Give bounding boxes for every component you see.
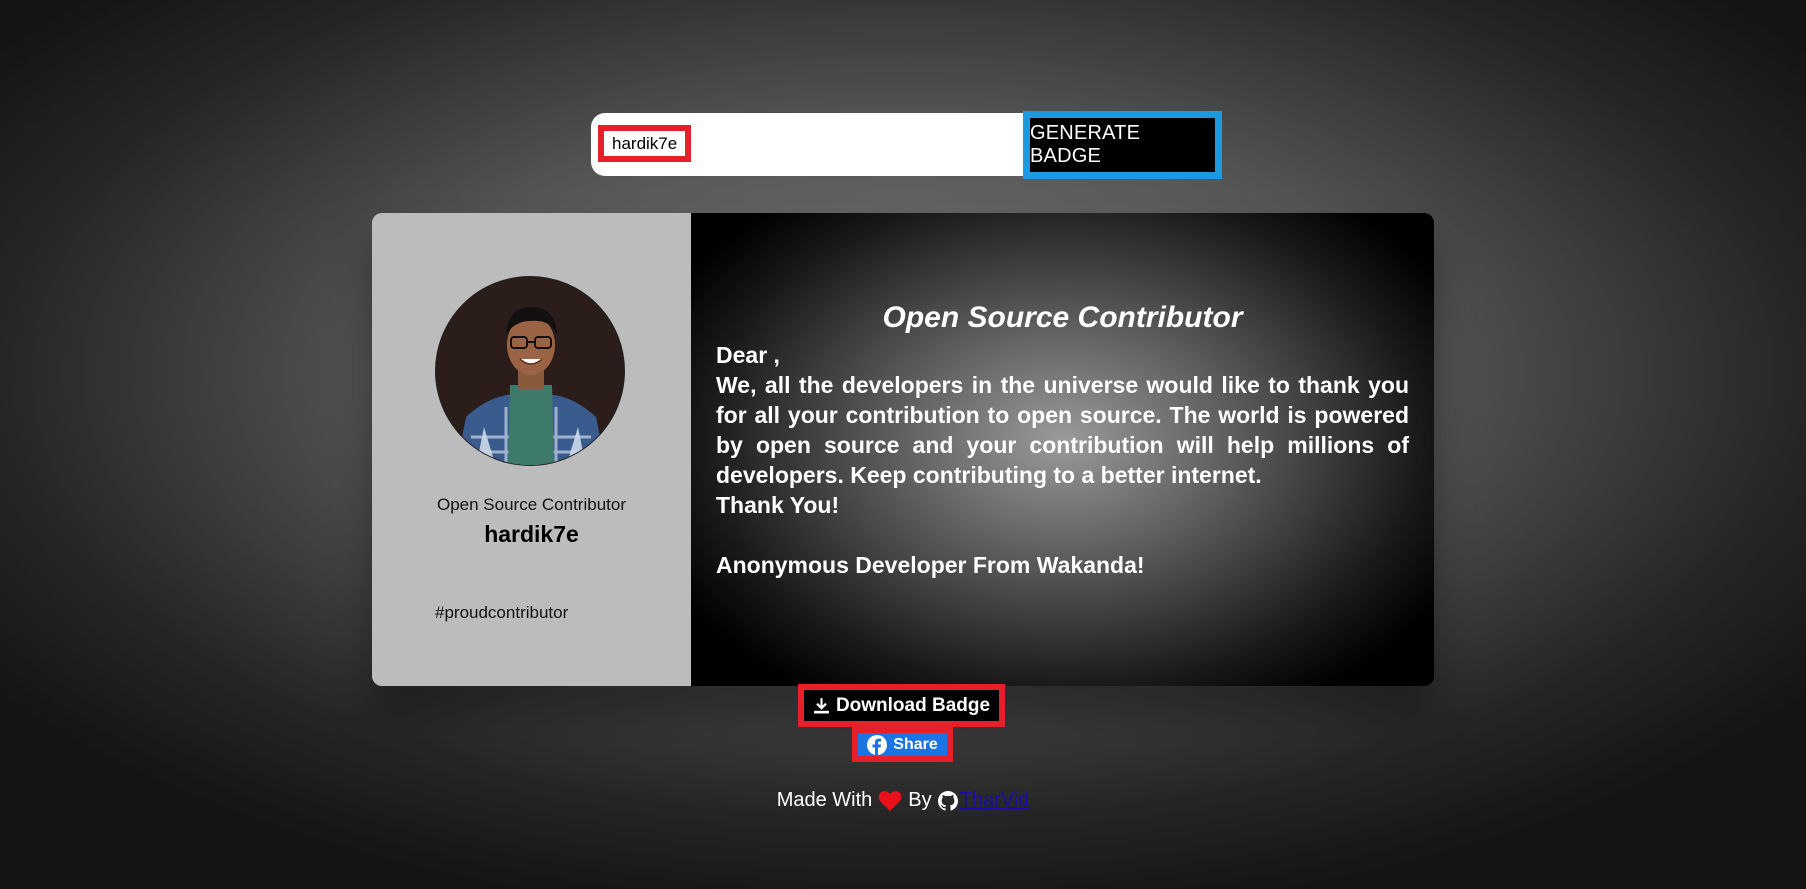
facebook-icon bbox=[867, 734, 888, 755]
footer-made-with: Made With bbox=[776, 789, 873, 811]
footer: Made With By TharVid bbox=[0, 789, 1806, 812]
avatar-photo bbox=[436, 277, 624, 465]
badge-letter: Dear , We, all the developers in the uni… bbox=[716, 340, 1409, 580]
badge-card: Open Source Contributor hardik7e #proudc… bbox=[372, 213, 1434, 686]
github-icon[interactable] bbox=[937, 790, 958, 811]
badge-hashtag: #proudcontributor bbox=[435, 603, 569, 622]
letter-signature: Anonymous Developer From Wakanda! bbox=[716, 552, 1145, 578]
download-badge-button[interactable]: Download Badge bbox=[798, 684, 1005, 727]
badge-profile-panel: Open Source Contributor hardik7e #proudc… bbox=[372, 213, 691, 686]
facebook-share-button[interactable]: Share bbox=[852, 727, 953, 762]
badge-role: Open Source Contributor bbox=[437, 495, 626, 514]
username-input-value: hardik7e bbox=[612, 133, 678, 153]
download-icon bbox=[814, 698, 829, 714]
letter-greeting: Dear , bbox=[716, 342, 780, 368]
letter-thanks: Thank You! bbox=[716, 492, 840, 518]
author-link-group: TharVid bbox=[937, 789, 1030, 812]
generate-badge-button[interactable]: GENERATE BADGE bbox=[1023, 111, 1222, 179]
generate-badge-label: GENERATE BADGE bbox=[1030, 122, 1141, 167]
letter-body: We, all the developers in the universe w… bbox=[716, 372, 1409, 488]
avatar bbox=[435, 276, 625, 466]
badge-message-panel: Open Source Contributor Dear , We, all t… bbox=[691, 213, 1434, 686]
badge-username: hardik7e bbox=[484, 521, 579, 547]
badge-title: Open Source Contributor bbox=[882, 301, 1243, 334]
footer-by: By bbox=[908, 789, 932, 811]
download-badge-label: Download Badge bbox=[835, 694, 991, 716]
author-link[interactable]: TharVid bbox=[960, 789, 1030, 812]
heart-icon bbox=[878, 790, 902, 811]
share-label: Share bbox=[893, 735, 938, 753]
username-input[interactable]: hardik7e bbox=[598, 125, 692, 162]
